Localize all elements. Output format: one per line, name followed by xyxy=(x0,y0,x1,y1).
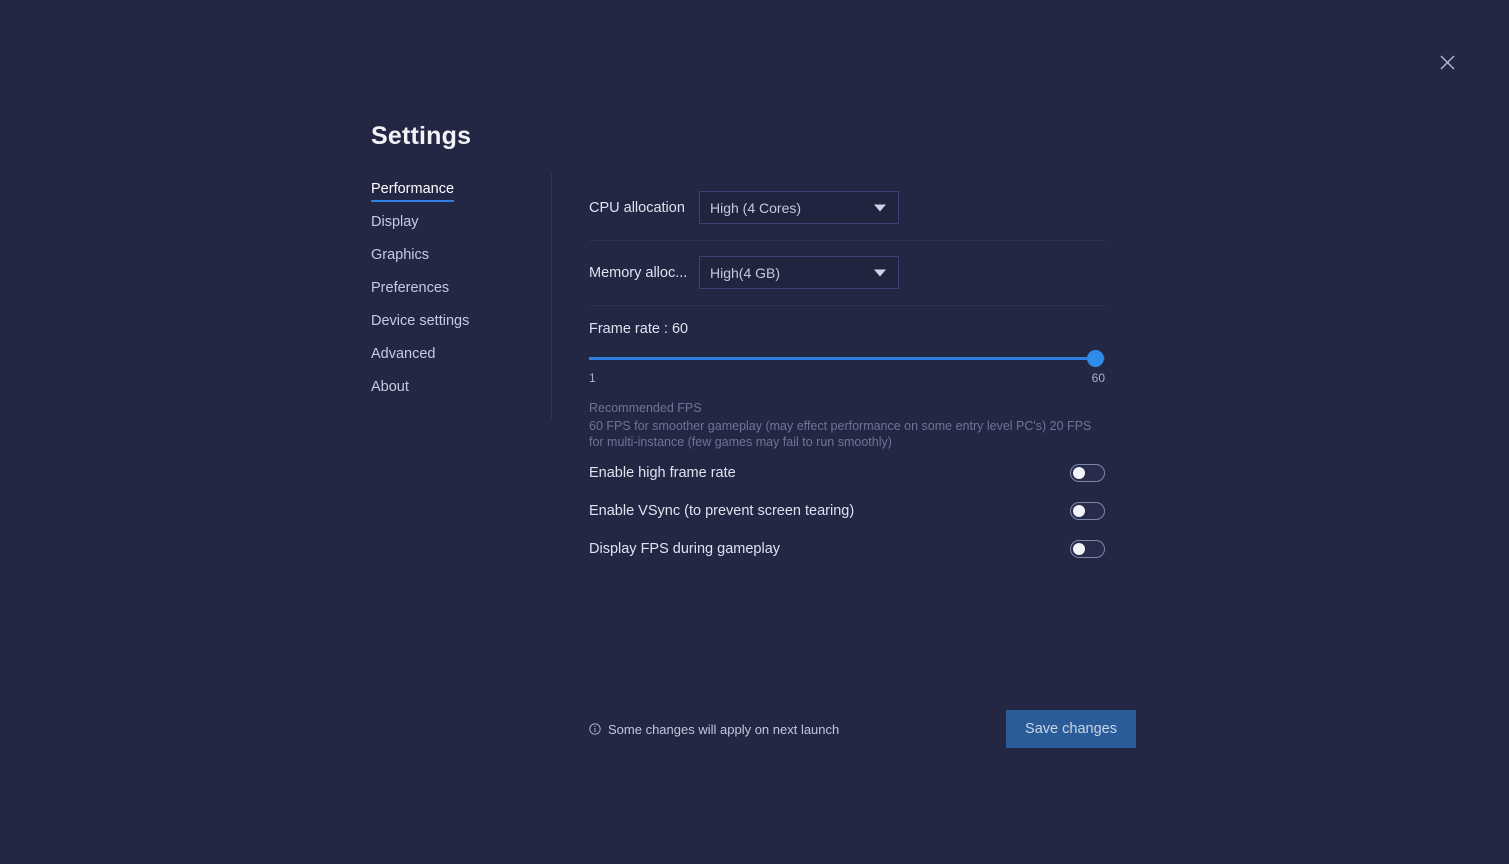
memory-allocation-value: High(4 GB) xyxy=(710,265,780,281)
frame-rate-block: Frame rate : 60 1 60 xyxy=(589,305,1105,385)
sidebar-divider xyxy=(551,172,552,420)
recommended-fps-body: 60 FPS for smoother gameplay (may effect… xyxy=(589,419,1107,450)
vsync-row: Enable VSync (to prevent screen tearing) xyxy=(589,495,1105,526)
cpu-allocation-select[interactable]: High (4 Cores) xyxy=(699,191,899,224)
slider-ticks: 1 60 xyxy=(589,371,1105,385)
memory-allocation-select[interactable]: High(4 GB) xyxy=(699,256,899,289)
sidebar-item-display[interactable]: Display xyxy=(371,214,531,247)
memory-allocation-label: Memory alloc... xyxy=(589,265,699,281)
display-fps-label: Display FPS during gameplay xyxy=(589,541,780,557)
next-launch-note-text: Some changes will apply on next launch xyxy=(608,722,839,737)
sidebar-item-advanced[interactable]: Advanced xyxy=(371,346,531,379)
settings-footer: Some changes will apply on next launch S… xyxy=(589,710,1136,748)
chevron-down-icon xyxy=(874,204,886,211)
toggle-knob xyxy=(1073,505,1085,517)
save-changes-button[interactable]: Save changes xyxy=(1006,710,1136,748)
recommended-fps-title: Recommended FPS xyxy=(589,401,1105,415)
high-frame-rate-toggle[interactable] xyxy=(1070,464,1105,482)
frame-rate-slider[interactable] xyxy=(589,350,1105,368)
slider-max-label: 60 xyxy=(1092,371,1105,385)
display-fps-row: Display FPS during gameplay xyxy=(589,533,1105,564)
sidebar-item-label: Graphics xyxy=(371,247,429,266)
display-fps-toggle[interactable] xyxy=(1070,540,1105,558)
slider-min-label: 1 xyxy=(589,371,596,385)
settings-sidebar: Performance Display Graphics Preferences… xyxy=(371,181,531,412)
vsync-toggle[interactable] xyxy=(1070,502,1105,520)
cpu-allocation-value: High (4 Cores) xyxy=(710,200,801,216)
sidebar-item-label: Preferences xyxy=(371,280,449,299)
high-frame-rate-label: Enable high frame rate xyxy=(589,465,736,481)
sidebar-item-performance[interactable]: Performance xyxy=(371,181,531,214)
sidebar-item-label: About xyxy=(371,379,409,398)
sidebar-item-label: Device settings xyxy=(371,313,469,332)
slider-fill xyxy=(589,357,1095,360)
close-button[interactable] xyxy=(1433,48,1461,76)
performance-panel: CPU allocation High (4 Cores) Memory all… xyxy=(589,175,1105,564)
sidebar-item-about[interactable]: About xyxy=(371,379,531,412)
sidebar-item-label: Advanced xyxy=(371,346,436,365)
vsync-label: Enable VSync (to prevent screen tearing) xyxy=(589,503,854,519)
close-icon xyxy=(1440,55,1455,70)
chevron-down-icon xyxy=(874,269,886,276)
sidebar-item-preferences[interactable]: Preferences xyxy=(371,280,531,313)
sidebar-item-label: Display xyxy=(371,214,419,233)
high-frame-rate-row: Enable high frame rate xyxy=(589,457,1105,488)
info-icon xyxy=(589,723,601,735)
memory-allocation-row: Memory alloc... High(4 GB) xyxy=(589,240,1105,305)
sidebar-item-label: Performance xyxy=(371,181,454,202)
slider-thumb[interactable] xyxy=(1087,350,1104,367)
cpu-allocation-row: CPU allocation High (4 Cores) xyxy=(589,175,1105,240)
toggle-knob xyxy=(1073,543,1085,555)
sidebar-item-device-settings[interactable]: Device settings xyxy=(371,313,531,346)
sidebar-item-graphics[interactable]: Graphics xyxy=(371,247,531,280)
toggle-knob xyxy=(1073,467,1085,479)
page-title: Settings xyxy=(371,122,471,151)
cpu-allocation-label: CPU allocation xyxy=(589,200,699,216)
next-launch-note: Some changes will apply on next launch xyxy=(589,722,839,737)
frame-rate-label: Frame rate : 60 xyxy=(589,321,1105,337)
